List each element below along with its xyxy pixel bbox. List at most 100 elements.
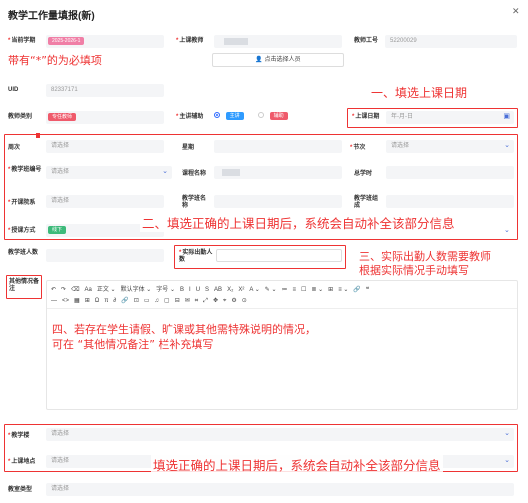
annotation-3-line2: 根据实际情况手动填写 [359, 264, 469, 277]
editor-row1-tool-0-icon[interactable]: ↶ [51, 286, 56, 293]
assist-aux-tag: 辅助 [269, 112, 288, 120]
editor-row1-tool-23-icon[interactable]: ❝ [366, 286, 369, 293]
chevron-down-icon: ⌄ [504, 227, 510, 234]
uid-label: UID [8, 87, 19, 93]
actual-input[interactable] [216, 249, 342, 262]
select-person-button[interactable]: 👤 点击选择人员 [212, 53, 344, 67]
location-placeholder: 请选择 [51, 458, 70, 464]
category-tag: 专任教师 [48, 113, 77, 121]
editor-row1-tool-2-icon[interactable]: ⌫ [71, 286, 79, 293]
chevron-down-icon: ⌄ [504, 430, 510, 437]
term-field[interactable]: 2025-2026-1 [46, 35, 164, 48]
period-placeholder: 请选择 [391, 143, 410, 149]
editor-row1-tool-6-icon[interactable]: 字号 ⌄ [156, 284, 175, 293]
period-select[interactable]: 请选择 ⌄ [386, 140, 514, 153]
radio-aux-icon [258, 112, 264, 119]
editor-row2-tool-4-icon[interactable]: Ω [95, 298, 100, 304]
editor-row2-tool-7-icon[interactable]: 🔗 [121, 297, 128, 304]
college-placeholder: 请选择 [51, 198, 70, 204]
teacher-field[interactable] [214, 35, 342, 48]
course-field [214, 166, 342, 179]
editor-row2-tool-8-icon[interactable]: ⊡ [134, 297, 139, 304]
college-select[interactable]: 请选择 [46, 195, 164, 208]
editor-row2-tool-15-icon[interactable]: ⤢ [203, 298, 208, 305]
editor-row1-tool-10-icon[interactable]: S [205, 287, 209, 293]
college-label: 开课院系 [8, 200, 35, 207]
class-no-placeholder: 请选择 [51, 169, 70, 175]
editor-row2-tool-18-icon[interactable]: ⚙ [231, 297, 236, 304]
weekday-select[interactable] [214, 140, 342, 153]
editor-row1-tool-13-icon[interactable]: X² [238, 287, 244, 293]
editor-toolbar-row1: ↶ ↷ ⌫ Aa 正文 ⌄ 默认字体 ⌄ 字号 ⌄ B I U S AB X₂ X² A ⌄ ✎ ⌄ ≔ ≡ ☐ ≣ … [47, 281, 517, 296]
term-value-tag: 2025-2026-1 [48, 37, 85, 45]
editor-row1-tool-11-icon[interactable]: AB [214, 287, 222, 293]
editor-row1-tool-14-icon[interactable]: A ⌄ [249, 286, 259, 293]
editor-row2-tool-19-icon[interactable]: ⊙ [242, 297, 247, 304]
editor-row1-tool-7-icon[interactable]: B [180, 287, 184, 293]
remarks-label: 其他情况备注 [9, 279, 40, 292]
building-placeholder: 请选择 [51, 431, 70, 437]
assist-radio-main[interactable]: 主讲 [214, 112, 244, 120]
category-field[interactable]: 专任教师 [46, 111, 164, 124]
editor-row1-tool-1-icon[interactable]: ↷ [61, 286, 66, 293]
editor-toolbar-row2: — <> ▦ ⊞ Ωπ ∂ 🔗 ⊡ ▭ ♫ ▢ ⊟ ✉ ⌗ ⤢ ✥ ⌖ ⚙ ⊙ [47, 296, 517, 309]
editor-row2-tool-17-icon[interactable]: ⌖ [223, 298, 226, 305]
annotation-2: 二、填选正确的上课日期后，系统会自动补全该部分信息 [140, 213, 457, 232]
editor-row2-tool-5-icon[interactable]: π [104, 298, 108, 304]
page-title: 教学工作量填报(新) [8, 11, 95, 22]
course-blurred [222, 169, 240, 176]
close-icon[interactable]: ✕ [512, 6, 520, 17]
class-comp-field [386, 195, 514, 208]
assist-main-tag: 主讲 [225, 112, 244, 120]
category-label: 教师类别 [8, 114, 33, 120]
annotation-1: 一、填选上课日期 [371, 86, 468, 100]
editor-row2-tool-10-icon[interactable]: ♫ [155, 298, 160, 304]
editor-row2-tool-0-icon[interactable]: — [51, 298, 57, 304]
editor-row1-tool-3-icon[interactable]: Aa [85, 287, 92, 293]
editor-row2-tool-12-icon[interactable]: ⊟ [175, 297, 180, 304]
week-placeholder: 请选择 [51, 143, 70, 149]
editor-row1-tool-21-icon[interactable]: ≡ ⌄ [338, 286, 348, 293]
mode-tag: 线下 [48, 226, 67, 234]
editor-row2-tool-11-icon[interactable]: ▢ [164, 297, 170, 304]
editor-row1-tool-19-icon[interactable]: ≣ ⌄ [311, 286, 323, 293]
editor-row1-tool-16-icon[interactable]: ≔ [282, 286, 288, 293]
editor-row1-tool-4-icon[interactable]: 正文 ⌄ [97, 284, 116, 293]
editor-row2-tool-3-icon[interactable]: ⊞ [85, 297, 90, 304]
editor-row1-tool-17-icon[interactable]: ≡ [293, 287, 297, 293]
assist-label: 主讲辅助 [176, 114, 203, 121]
building-select[interactable]: 请选择 ⌄ [46, 428, 514, 441]
date-label: 上课日期 [352, 114, 379, 121]
editor-row1-tool-8-icon[interactable]: I [189, 287, 191, 293]
class-no-select[interactable]: 请选择 ⌄ [46, 166, 172, 179]
editor-row2-tool-1-icon[interactable]: <> [62, 298, 69, 304]
week-select[interactable]: 请选择 [46, 140, 164, 153]
editor-row2-tool-9-icon[interactable]: ▭ [144, 297, 150, 304]
editor-row2-tool-14-icon[interactable]: ⌗ [195, 298, 198, 305]
total-hours-label: 总学时 [354, 171, 373, 177]
total-hours-field [386, 166, 514, 179]
chevron-down-icon: ⌄ [504, 457, 510, 464]
editor-row2-tool-2-icon[interactable]: ▦ [74, 297, 80, 304]
editor-row2-tool-16-icon[interactable]: ✥ [213, 297, 218, 304]
select-person-label: 点击选择人员 [264, 57, 301, 63]
editor-row1-tool-18-icon[interactable]: ☐ [301, 286, 306, 293]
annotation-4-line1: 四、若存在学生请假、旷课或其他需特殊说明的情况， [52, 323, 316, 336]
location-label: 上课地点 [8, 459, 35, 466]
calendar-icon: ▣ [503, 113, 510, 120]
editor-row1-tool-22-icon[interactable]: 🔗 [353, 286, 360, 293]
class-name-field [214, 195, 342, 208]
editor-row1-tool-12-icon[interactable]: X₂ [227, 287, 233, 293]
assist-radio-aux[interactable]: 辅助 [258, 112, 288, 120]
class-count-label: 教学班人数 [8, 250, 39, 256]
mode-label: 授课方式 [8, 228, 35, 235]
date-input[interactable]: 年-月-日 ▣ [386, 111, 514, 124]
editor-row2-tool-13-icon[interactable]: ✉ [185, 297, 190, 304]
editor-row1-tool-9-icon[interactable]: U [196, 287, 200, 293]
editor-row1-tool-5-icon[interactable]: 默认字体 ⌄ [121, 284, 152, 293]
building-label: 教学楼 [8, 433, 29, 440]
editor-row1-tool-15-icon[interactable]: ✎ ⌄ [265, 286, 277, 293]
room-type-select[interactable]: 请选择 [46, 483, 514, 496]
editor-row2-tool-6-icon[interactable]: ∂ [113, 298, 116, 304]
editor-row1-tool-20-icon[interactable]: ⊞ [328, 286, 333, 293]
